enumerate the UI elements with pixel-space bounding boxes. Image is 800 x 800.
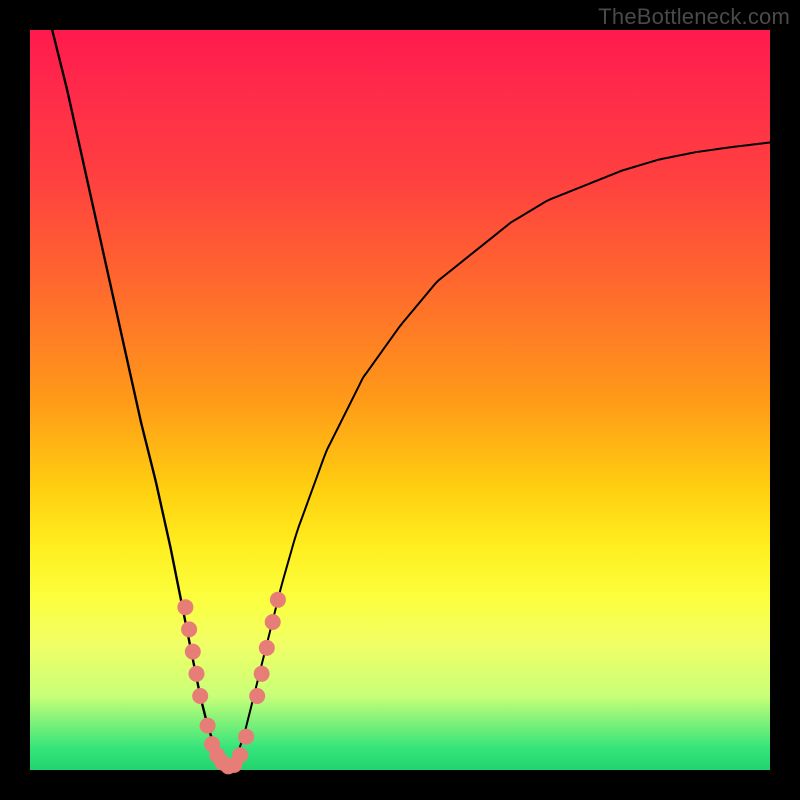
plot-area [30, 30, 770, 770]
curve-layer [52, 30, 770, 770]
data-marker [270, 592, 286, 608]
data-marker [189, 666, 205, 682]
data-marker [200, 718, 216, 734]
watermark-text: TheBottleneck.com [598, 4, 790, 30]
data-marker [259, 640, 275, 656]
chart-frame: TheBottleneck.com [0, 0, 800, 800]
data-marker [232, 747, 248, 763]
data-marker [254, 666, 270, 682]
marker-layer [177, 592, 286, 775]
data-marker [265, 614, 281, 630]
data-marker [185, 644, 201, 660]
curve-left-branch [52, 30, 230, 770]
curve-right-branch [230, 142, 770, 770]
data-marker [177, 599, 193, 615]
data-marker [238, 729, 254, 745]
chart-svg [30, 30, 770, 770]
data-marker [181, 621, 197, 637]
data-marker [249, 688, 265, 704]
data-marker [192, 688, 208, 704]
